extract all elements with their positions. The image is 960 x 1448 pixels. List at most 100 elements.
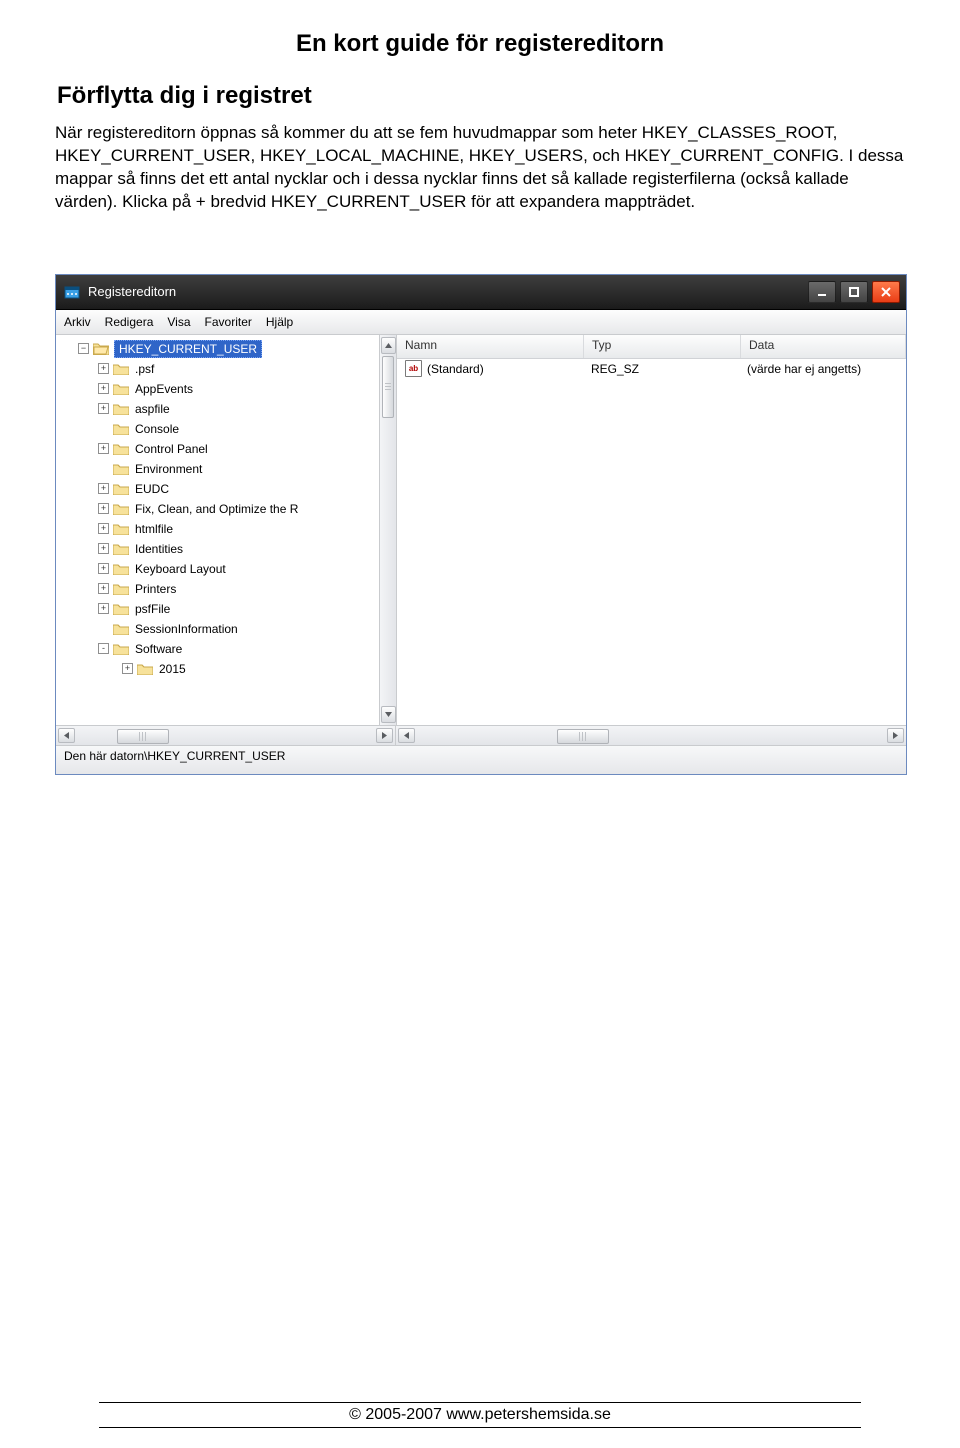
tree-item-label: aspfile: [135, 399, 170, 419]
registry-tree[interactable]: − HKEY_CURRENT_USER + .psf + AppEvents + aspf…: [56, 335, 379, 679]
scroll-right-arrow-icon[interactable]: [887, 728, 904, 743]
collapse-icon[interactable]: −: [78, 343, 89, 354]
tree-item-label: AppEvents: [135, 379, 193, 399]
tree-item[interactable]: + Identities: [64, 539, 379, 559]
folder-icon: [113, 362, 129, 375]
tree-item-label: HKEY_CURRENT_USER: [114, 340, 262, 358]
menu-arkiv[interactable]: Arkiv: [64, 315, 91, 329]
expand-icon[interactable]: +: [98, 563, 109, 574]
expand-icon[interactable]: +: [98, 483, 109, 494]
folder-icon: [113, 402, 129, 415]
tree-item-label: psfFile: [135, 599, 170, 619]
tree-item[interactable]: + aspfile: [64, 399, 379, 419]
tree-item[interactable]: -Software: [64, 639, 379, 659]
tree-horizontal-scrollbar[interactable]: [56, 726, 396, 745]
expand-icon[interactable]: +: [98, 363, 109, 374]
menubar: Arkiv Redigera Visa Favoriter Hjälp: [56, 310, 906, 335]
tree-item-label: EUDC: [135, 479, 169, 499]
status-bar: Den här datorn\HKEY_CURRENT_USER: [56, 745, 906, 774]
folder-icon: [113, 562, 129, 575]
expand-icon[interactable]: +: [122, 663, 133, 674]
menu-redigera[interactable]: Redigera: [105, 315, 154, 329]
value-type: REG_SZ: [583, 362, 739, 376]
tree-item[interactable]: Console: [64, 419, 379, 439]
tree-item[interactable]: +2015: [64, 659, 379, 679]
tree-item[interactable]: +Keyboard Layout: [64, 559, 379, 579]
column-name[interactable]: Namn: [397, 335, 584, 358]
list-horizontal-scrollbar[interactable]: [396, 726, 906, 745]
folder-open-icon: [93, 342, 109, 355]
minimize-button[interactable]: [808, 281, 836, 303]
expand-icon[interactable]: +: [98, 543, 109, 554]
tree-item[interactable]: + psfFile: [64, 599, 379, 619]
tree-item[interactable]: + Printers: [64, 579, 379, 599]
close-button[interactable]: [872, 281, 900, 303]
scroll-thumb[interactable]: [557, 729, 609, 744]
scroll-left-arrow-icon[interactable]: [398, 728, 415, 743]
expand-icon[interactable]: +: [98, 583, 109, 594]
menu-favoriter[interactable]: Favoriter: [205, 315, 252, 329]
tree-item-label: Console: [135, 419, 179, 439]
tree-item[interactable]: SessionInformation: [64, 619, 379, 639]
regedit-icon: [64, 284, 80, 300]
tree-item-label: Fix, Clean, and Optimize the R: [135, 499, 298, 519]
scroll-thumb[interactable]: [382, 356, 394, 418]
menu-hjalp[interactable]: Hjälp: [266, 315, 293, 329]
folder-icon: [113, 542, 129, 555]
collapse-icon[interactable]: -: [98, 643, 109, 654]
scroll-left-arrow-icon[interactable]: [58, 728, 75, 743]
folder-icon: [113, 482, 129, 495]
folder-icon: [113, 582, 129, 595]
folder-icon: [113, 502, 129, 515]
list-body[interactable]: ab(Standard)REG_SZ(värde har ej angetts): [397, 359, 906, 725]
tree-item-label: SessionInformation: [135, 619, 238, 639]
tree-item[interactable]: + AppEvents: [64, 379, 379, 399]
string-value-icon: ab: [405, 360, 422, 377]
list-header: Namn Typ Data: [397, 335, 906, 359]
expand-icon[interactable]: +: [98, 503, 109, 514]
column-type[interactable]: Typ: [584, 335, 741, 358]
tree-item[interactable]: + Control Panel: [64, 439, 379, 459]
folder-icon: [113, 602, 129, 615]
tree-item[interactable]: + EUDC: [64, 479, 379, 499]
page-footer: © 2005-2007 www.petershemsida.se: [0, 1402, 960, 1428]
value-name: (Standard): [427, 362, 484, 376]
scroll-thumb[interactable]: [117, 729, 169, 744]
expand-icon[interactable]: +: [98, 603, 109, 614]
tree-item-label: Identities: [135, 539, 183, 559]
folder-icon: [113, 642, 129, 655]
tree-item-label: Environment: [135, 459, 202, 479]
folder-icon: [113, 422, 129, 435]
list-row[interactable]: ab(Standard)REG_SZ(värde har ej angetts): [397, 359, 906, 379]
folder-icon: [113, 462, 129, 475]
scroll-down-arrow-icon[interactable]: [381, 706, 396, 723]
maximize-button[interactable]: [840, 281, 868, 303]
tree-item-label: .psf: [135, 359, 154, 379]
folder-icon: [137, 662, 153, 675]
values-pane: Namn Typ Data ab(Standard)REG_SZ(värde h…: [397, 335, 906, 725]
tree-item-label: htmlfile: [135, 519, 173, 539]
window-title: Registereditorn: [88, 284, 808, 299]
column-data[interactable]: Data: [741, 335, 906, 358]
folder-icon: [113, 622, 129, 635]
tree-item-label: Printers: [135, 579, 176, 599]
expander-placeholder: [98, 423, 109, 434]
scroll-up-arrow-icon[interactable]: [381, 337, 396, 354]
folder-icon: [113, 382, 129, 395]
tree-pane: − HKEY_CURRENT_USER + .psf + AppEvents + aspf…: [56, 335, 397, 725]
expand-icon[interactable]: +: [98, 403, 109, 414]
tree-item[interactable]: + htmlfile: [64, 519, 379, 539]
scroll-right-arrow-icon[interactable]: [376, 728, 393, 743]
tree-item[interactable]: + Fix, Clean, and Optimize the R: [64, 499, 379, 519]
tree-item[interactable]: + .psf: [64, 359, 379, 379]
expander-placeholder: [98, 463, 109, 474]
tree-item[interactable]: Environment: [64, 459, 379, 479]
tree-vertical-scrollbar[interactable]: [379, 335, 396, 725]
tree-item-selected[interactable]: − HKEY_CURRENT_USER: [64, 339, 379, 359]
expand-icon[interactable]: +: [98, 523, 109, 534]
tree-item-label: Control Panel: [135, 439, 208, 459]
expand-icon[interactable]: +: [98, 443, 109, 454]
intro-paragraph: När registereditorn öppnas så kommer du …: [55, 122, 905, 214]
expand-icon[interactable]: +: [98, 383, 109, 394]
menu-visa[interactable]: Visa: [167, 315, 190, 329]
